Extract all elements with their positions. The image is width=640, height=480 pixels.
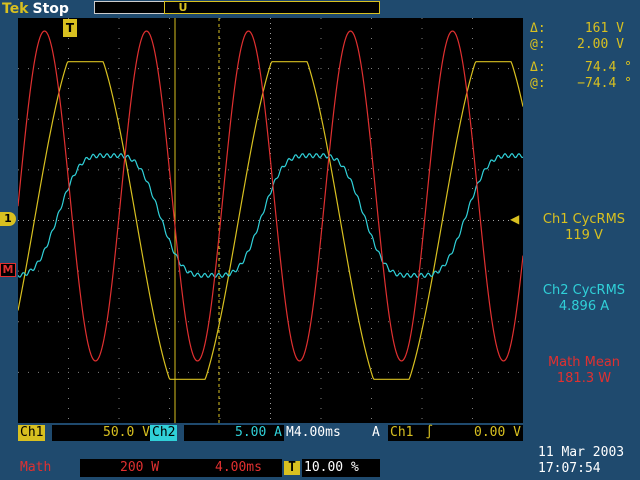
waveform-display <box>18 18 523 423</box>
cursor-delta-voltage-value: 161 V <box>584 21 624 36</box>
ch1-scale[interactable]: 50.0 V <box>52 425 152 441</box>
measurement-value: 119 V <box>565 228 603 243</box>
time: 17:07:54 <box>538 461 601 476</box>
trigger-readout[interactable]: Ch1 ∫ 0.00 V <box>388 425 523 441</box>
math-timebase: 4.00ms <box>215 460 262 475</box>
trigger-source: Ch1 <box>390 425 414 440</box>
ch1-label[interactable]: Ch1 <box>18 425 46 441</box>
trigger-slope-icon: ∫ <box>425 425 434 440</box>
ch2-scale[interactable]: 5.00 A <box>184 425 284 441</box>
brand-logo: Tek <box>2 1 29 17</box>
cursor-at-phase-value: −74.4 ° <box>577 76 632 91</box>
acquisition-state: Stop <box>32 1 69 17</box>
cursor-delta-phase-value: 74.4 ° <box>585 60 632 75</box>
math-scale: 200 W <box>120 460 160 475</box>
math-settings-bar: Math 200 W 4.00ms T 10.00 % <box>18 459 523 477</box>
trigger-position-icon: T <box>284 461 300 475</box>
record-view-window <box>164 1 380 14</box>
measurement-math[interactable]: Math Mean 181.3 W <box>528 355 640 387</box>
ch1-ground-marker[interactable]: 1 <box>0 212 16 226</box>
date-time: 11 Mar 2003 17:07:54 <box>538 445 640 477</box>
graticule <box>18 18 523 423</box>
trigger-level-arrow-icon[interactable]: ◀ <box>510 212 522 226</box>
channel-settings-bar: Ch1 50.0 V Ch2 5.00 A M4.00ms A Ch1 ∫ 0.… <box>18 425 523 441</box>
measurement-label: Ch2 CycRMS <box>542 283 626 298</box>
timebase-readout[interactable]: M4.00ms <box>284 425 343 441</box>
trigger-position-marker[interactable]: U <box>176 0 190 16</box>
measurement-value: 4.896 A <box>558 299 610 314</box>
date: 11 Mar 2003 <box>538 445 625 460</box>
measurement-ch2[interactable]: Ch2 CycRMS 4.896 A <box>528 283 640 315</box>
cursor-at-voltage-value: 2.00 V <box>577 37 624 52</box>
trigger-marker-icon[interactable]: T <box>63 19 77 37</box>
measurement-ch1[interactable]: Ch1 CycRMS 119 V <box>528 212 640 244</box>
math-ground-marker[interactable]: M <box>0 263 16 277</box>
trigger-position-percent[interactable]: 10.00 % <box>302 459 380 477</box>
cursor-at-voltage: @: <box>530 37 546 52</box>
brand-status: Tek Stop <box>0 0 69 18</box>
cursor-at-phase: @: <box>530 76 546 91</box>
trigger-coupling[interactable]: A <box>370 425 382 441</box>
cursor-delta-phase: Δ: <box>530 60 546 75</box>
measurement-value: 181.3 W <box>556 371 612 386</box>
math-label[interactable]: Math <box>18 459 53 477</box>
ch2-label[interactable]: Ch2 <box>150 425 178 441</box>
math-scale-box[interactable]: 200 W 4.00ms <box>80 459 282 477</box>
trigger-level: 0.00 V <box>474 425 521 440</box>
cursor-delta-voltage: Δ: <box>530 21 546 36</box>
measurement-label: Math Mean <box>547 355 621 370</box>
measurement-label: Ch1 CycRMS <box>542 212 626 227</box>
